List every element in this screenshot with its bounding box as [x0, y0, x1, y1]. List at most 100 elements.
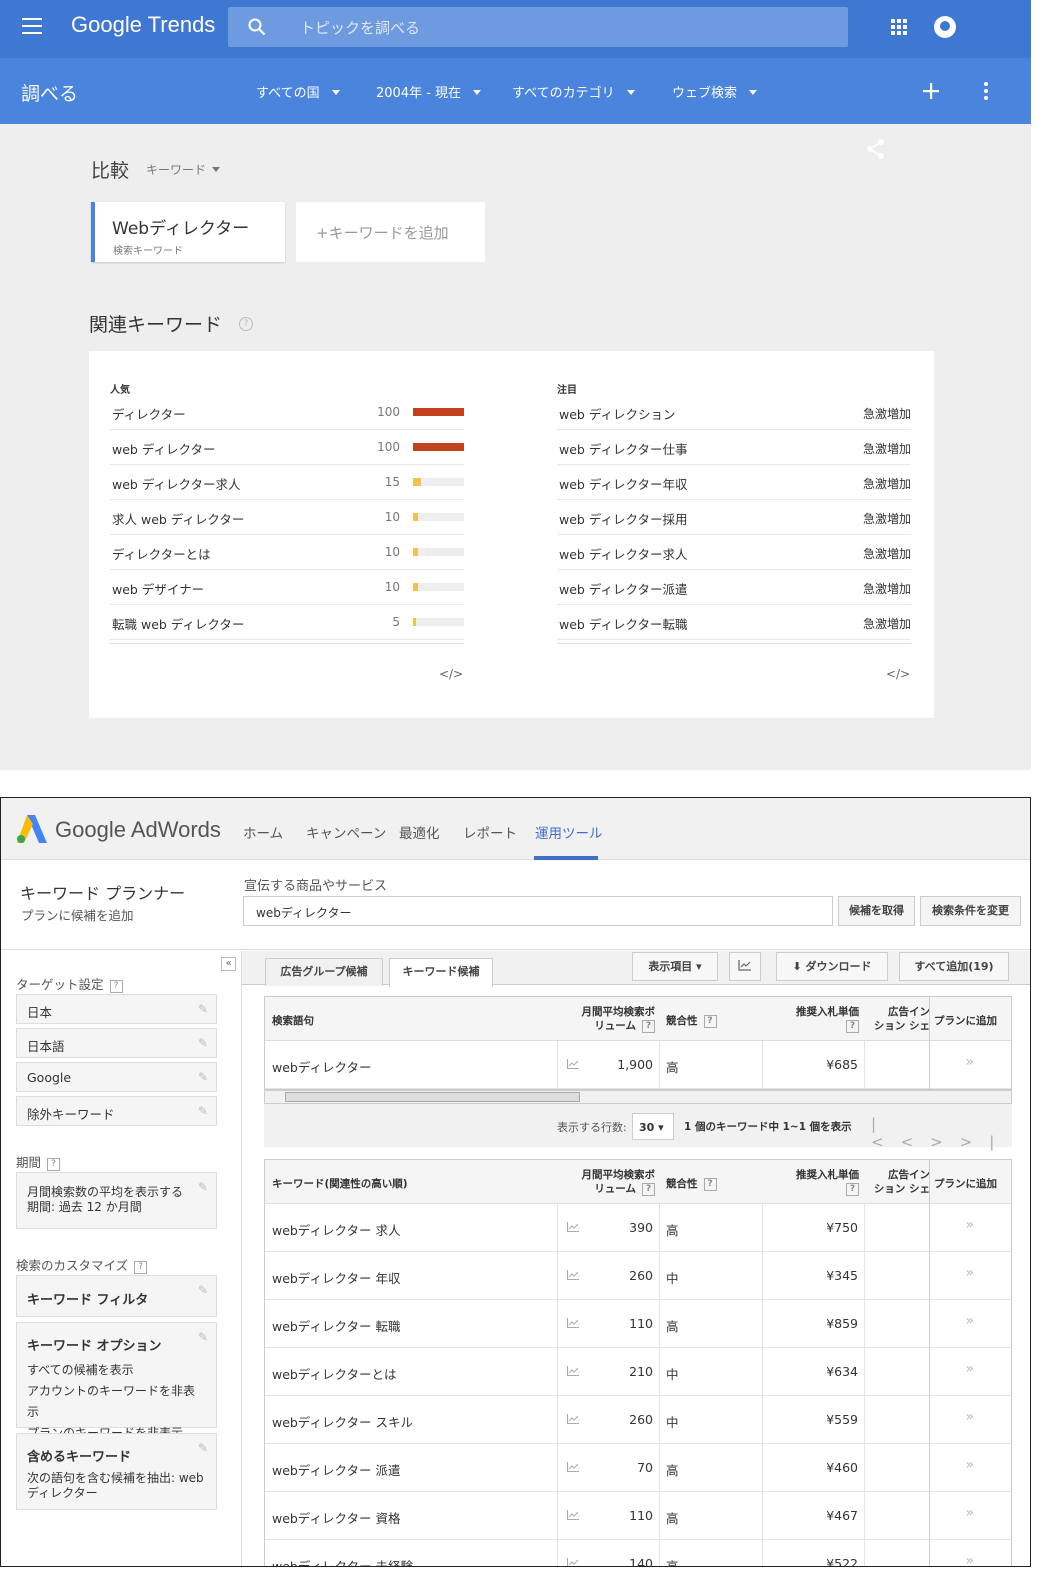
- popular-keyword-row[interactable]: web デザイナー 10: [110, 570, 464, 605]
- edit-pencil-icon[interactable]: ✎: [198, 1070, 208, 1084]
- help-icon[interactable]: ?: [703, 1178, 717, 1191]
- tab-keyword-ideas[interactable]: キーワード候補: [389, 958, 493, 987]
- add-to-plan-icon[interactable]: »: [965, 1054, 974, 1070]
- rising-keyword-row[interactable]: web ディレクター派遣 急激増加: [557, 570, 911, 605]
- popular-keyword-row[interactable]: 求人 web ディレクター 10: [110, 500, 464, 535]
- filter-country[interactable]: すべての国: [256, 82, 340, 101]
- download-button[interactable]: ⬇ ダウンロード: [776, 952, 888, 981]
- share-icon[interactable]: [866, 138, 886, 160]
- help-icon[interactable]: ?: [642, 1020, 655, 1033]
- nav-home[interactable]: ホーム: [243, 822, 283, 842]
- rising-keyword-row[interactable]: web ディレクション 急激増加: [557, 395, 911, 430]
- add-to-plan-icon[interactable]: »: [965, 1457, 974, 1473]
- targeting-network[interactable]: Google ✎: [16, 1062, 217, 1092]
- add-icon[interactable]: [923, 83, 939, 99]
- apps-grid-icon[interactable]: [891, 19, 907, 35]
- modify-search-button[interactable]: 検索条件を変更: [920, 896, 1021, 926]
- nav-campaigns[interactable]: キャンペーン: [306, 822, 386, 842]
- help-icon[interactable]: ?: [703, 1015, 717, 1028]
- popular-keyword-row[interactable]: ディレクター 100: [110, 395, 464, 430]
- compare-type-dropdown[interactable]: キーワード: [146, 161, 220, 178]
- search-input[interactable]: トピックを調べる: [228, 7, 848, 47]
- scroll-thumb[interactable]: [285, 1092, 580, 1102]
- filter-category[interactable]: すべてのカテゴリ: [512, 82, 635, 101]
- chart-toggle-button[interactable]: [729, 952, 761, 981]
- popular-keyword-row[interactable]: 転職 web ディレクター 5: [110, 605, 464, 640]
- add-to-plan-icon[interactable]: »: [965, 1313, 974, 1329]
- add-to-plan-icon[interactable]: »: [965, 1409, 974, 1425]
- account-avatar-icon[interactable]: [934, 16, 956, 38]
- edit-pencil-icon[interactable]: ✎: [198, 1441, 208, 1455]
- targeting-location[interactable]: 日本 ✎: [16, 994, 217, 1024]
- horizontal-scrollbar[interactable]: [264, 1090, 1012, 1104]
- help-icon[interactable]: ?: [846, 1020, 859, 1033]
- edit-pencil-icon[interactable]: ✎: [198, 1283, 208, 1297]
- header-bid[interactable]: 推奨入札単価?: [765, 1005, 859, 1033]
- rising-keyword-row[interactable]: web ディレクター採用 急激増加: [557, 500, 911, 535]
- columns-button[interactable]: 表示項目 ▾: [632, 952, 718, 981]
- header-impression-share[interactable]: 広告イン ション シェ: [870, 1168, 930, 1196]
- popular-keyword-row[interactable]: ディレクターとは 10: [110, 535, 464, 570]
- help-icon[interactable]: ?: [239, 317, 253, 331]
- trend-chart-icon[interactable]: [567, 1059, 579, 1069]
- tab-ad-group-ideas[interactable]: 広告グループ候補: [265, 958, 383, 986]
- help-icon[interactable]: ?: [642, 1183, 655, 1196]
- rising-keyword-row[interactable]: web ディレクター年収 急激増加: [557, 465, 911, 500]
- edit-pencil-icon[interactable]: ✎: [198, 1180, 208, 1194]
- trend-chart-icon[interactable]: [567, 1558, 579, 1567]
- trend-chart-icon[interactable]: [567, 1510, 579, 1520]
- trends-logo[interactable]: Google Trends: [71, 12, 215, 38]
- targeting-language[interactable]: 日本語 ✎: [16, 1028, 217, 1058]
- collapse-sidebar-icon[interactable]: «: [221, 957, 236, 971]
- include-keywords-box[interactable]: 含めるキーワード 次の語句を含む候補を抽出: web ディレクター ✎: [16, 1433, 217, 1510]
- header-bid[interactable]: 推奨入札単価?: [765, 1168, 859, 1196]
- popular-keyword-row[interactable]: web ディレクター求人 15: [110, 465, 464, 500]
- add-to-plan-icon[interactable]: »: [965, 1553, 974, 1566]
- rising-keyword-row[interactable]: web ディレクター転職 急激増加: [557, 605, 911, 640]
- embed-code-icon[interactable]: </>: [439, 667, 463, 681]
- edit-pencil-icon[interactable]: ✎: [198, 1104, 208, 1118]
- edit-pencil-icon[interactable]: ✎: [198, 1036, 208, 1050]
- rising-keyword-row[interactable]: web ディレクター仕事 急激増加: [557, 430, 911, 465]
- add-to-plan-icon[interactable]: »: [965, 1265, 974, 1281]
- get-ideas-button[interactable]: 候補を取得: [838, 896, 915, 926]
- filter-search-type[interactable]: ウェブ検索: [672, 82, 757, 101]
- next-page-icon[interactable]: >: [930, 1133, 960, 1151]
- header-impression-share[interactable]: 広告イン ション シェ: [870, 1005, 930, 1033]
- header-competition[interactable]: 競合性?: [666, 1176, 717, 1191]
- edit-pencil-icon[interactable]: ✎: [198, 1330, 208, 1344]
- adwords-logo[interactable]: Google AdWords: [55, 817, 221, 843]
- product-input[interactable]: webディレクター: [243, 896, 833, 926]
- header-volume[interactable]: 月間平均検索ボ リューム?: [560, 1168, 655, 1196]
- help-icon[interactable]: ?: [134, 1261, 148, 1274]
- add-to-plan-icon[interactable]: »: [965, 1505, 974, 1521]
- help-icon[interactable]: ?: [846, 1183, 859, 1196]
- trend-chart-icon[interactable]: [567, 1366, 579, 1376]
- more-vert-icon[interactable]: [983, 81, 989, 101]
- nav-reports[interactable]: レポート: [463, 822, 517, 842]
- targeting-negative-keywords[interactable]: 除外キーワード ✎: [16, 1096, 217, 1126]
- keyword-filter-box[interactable]: キーワード フィルタ ✎: [16, 1275, 217, 1317]
- popular-keyword-row[interactable]: web ディレクター 100: [110, 430, 464, 465]
- header-competition[interactable]: 競合性?: [666, 1013, 717, 1028]
- last-page-icon[interactable]: >|: [960, 1133, 1012, 1151]
- add-to-plan-icon[interactable]: »: [965, 1361, 974, 1377]
- help-icon[interactable]: ?: [47, 1158, 61, 1171]
- edit-pencil-icon[interactable]: ✎: [198, 1002, 208, 1016]
- trend-chart-icon[interactable]: [567, 1270, 579, 1280]
- menu-icon[interactable]: [22, 18, 42, 34]
- nav-optimize[interactable]: 最適化: [399, 822, 440, 842]
- rising-keyword-row[interactable]: web ディレクター求人 急激増加: [557, 535, 911, 570]
- filter-time-range[interactable]: 2004年 - 現在: [376, 82, 481, 101]
- trend-chart-icon[interactable]: [567, 1318, 579, 1328]
- period-box[interactable]: 月間検索数の平均を表示する 期間: 過去 12 か月間 ✎: [16, 1172, 217, 1229]
- keyword-options-box[interactable]: キーワード オプション すべての候補を表示 アカウントのキーワードを非表示 プラ…: [16, 1322, 217, 1440]
- add-all-button[interactable]: すべて追加(19): [899, 952, 1009, 981]
- add-to-plan-icon[interactable]: »: [965, 1217, 974, 1233]
- prev-page-icon[interactable]: <: [901, 1133, 931, 1151]
- first-page-icon[interactable]: |<: [871, 1115, 901, 1151]
- trend-chart-icon[interactable]: [567, 1414, 579, 1424]
- header-volume[interactable]: 月間平均検索ボ リューム?: [560, 1005, 655, 1033]
- trend-chart-icon[interactable]: [567, 1222, 579, 1232]
- add-keyword-button[interactable]: +キーワードを追加: [296, 202, 485, 262]
